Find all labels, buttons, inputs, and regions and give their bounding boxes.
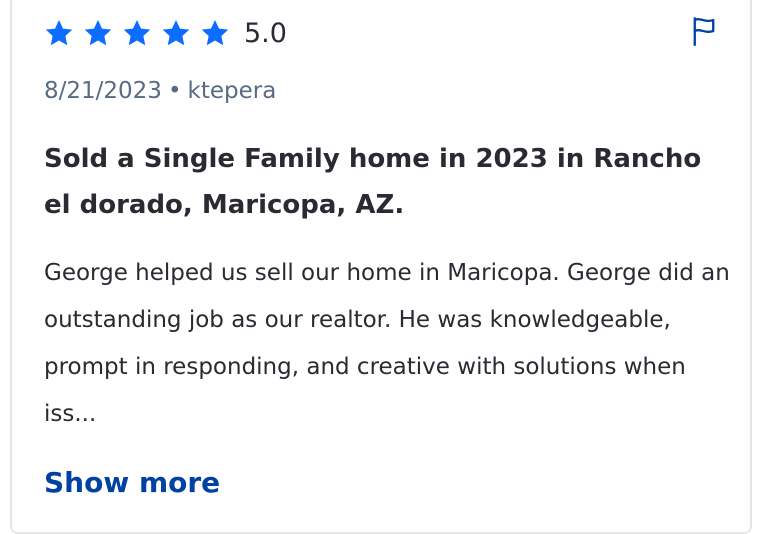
star-icon <box>200 18 230 48</box>
show-more-button[interactable]: Show more <box>44 460 220 506</box>
review-author: ktepera <box>187 78 277 104</box>
review-body: George helped us sell our home in Marico… <box>44 260 730 427</box>
review-meta: 8/21/2023 • ktepera <box>44 78 276 104</box>
review-title: Sold a Single Family home in 2023 in Ran… <box>44 144 702 220</box>
star-rating <box>44 18 230 48</box>
star-icon <box>44 18 74 48</box>
report-flag-icon[interactable] <box>690 16 718 46</box>
rating-value: 5.0 <box>244 17 287 49</box>
star-icon <box>161 18 191 48</box>
star-icon <box>83 18 113 48</box>
meta-separator: • <box>167 78 182 104</box>
star-icon <box>122 18 152 48</box>
rating-row: 5.0 <box>44 14 287 52</box>
review-date: 8/21/2023 <box>44 78 162 104</box>
